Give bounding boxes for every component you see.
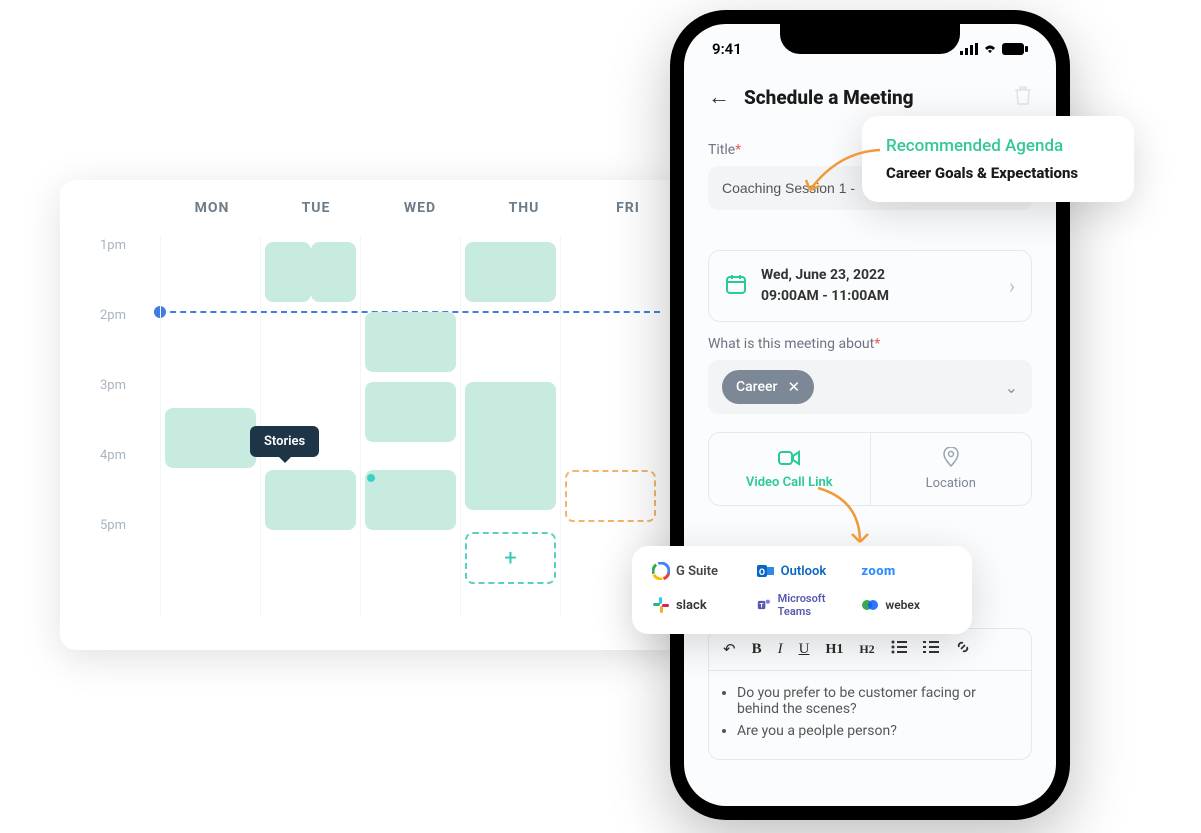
battery-icon — [1002, 43, 1028, 55]
chevron-right-icon: › — [1009, 274, 1015, 298]
integration-gsuite[interactable]: G Suite — [652, 562, 743, 580]
popover-title: Recommended Agenda — [886, 136, 1110, 156]
event-add-slot[interactable]: + — [465, 532, 556, 584]
h2-button[interactable]: H2 — [859, 642, 874, 657]
popover-subtitle: Career Goals & Expectations — [886, 164, 1110, 182]
tab-video-label: Video Call Link — [746, 475, 833, 490]
time-1pm: 1pm — [60, 236, 160, 306]
integrations-popover: G Suite O Outlook zoom slack T Microsoft… — [632, 546, 972, 634]
time-4pm: 4pm — [60, 446, 160, 516]
date-time: 09:00AM - 11:00AM — [761, 286, 995, 307]
integration-webex[interactable]: webex — [861, 596, 952, 614]
note-item: Do you prefer to be customer facing or b… — [737, 685, 1013, 717]
integration-teams[interactable]: T Microsoft Teams — [757, 592, 848, 618]
video-icon — [717, 447, 862, 471]
event-block[interactable] — [265, 470, 356, 530]
time-5pm: 5pm — [60, 516, 160, 586]
plus-icon: + — [467, 534, 554, 582]
italic-button[interactable]: I — [778, 641, 783, 658]
col-mon[interactable] — [160, 236, 260, 616]
tab-location[interactable]: Location — [871, 433, 1032, 505]
underline-button[interactable]: U — [799, 641, 810, 658]
event-block[interactable] — [365, 382, 456, 442]
event-tooltip: Stories — [250, 426, 319, 457]
event-dot — [367, 474, 375, 482]
tab-video-call[interactable]: Video Call Link — [709, 433, 871, 505]
bold-button[interactable]: B — [752, 641, 762, 658]
about-select[interactable]: Career ✕ ⌄ — [708, 360, 1032, 414]
calendar-grid: + — [160, 236, 660, 616]
wifi-icon — [982, 43, 998, 55]
back-arrow-icon[interactable]: ← — [708, 84, 730, 110]
calendar-body: 1pm 2pm 3pm 4pm 5pm — [60, 236, 680, 616]
undo-button[interactable]: ↶ — [723, 640, 736, 659]
integration-slack[interactable]: slack — [652, 596, 743, 614]
time-2pm: 2pm — [60, 306, 160, 376]
phone-notch — [780, 24, 960, 54]
event-block[interactable] — [265, 242, 311, 302]
trash-icon[interactable] — [1014, 85, 1032, 110]
event-block[interactable] — [311, 242, 357, 302]
day-head-mon: MON — [160, 200, 264, 216]
integration-zoom[interactable]: zoom — [861, 564, 952, 579]
datetime-picker[interactable]: Wed, June 23, 2022 09:00AM - 11:00AM › — [708, 250, 1032, 322]
integration-outlook[interactable]: O Outlook — [757, 562, 848, 580]
col-thu[interactable]: + — [460, 236, 560, 616]
tab-location-label: Location — [926, 476, 976, 491]
event-block[interactable] — [465, 242, 556, 302]
note-item: Are you a peolple person? — [737, 723, 1013, 739]
about-label: What is this meeting about* — [708, 336, 1032, 352]
calendar-header: MON TUE WED THU FRI — [60, 200, 680, 216]
calendar-icon — [725, 273, 747, 299]
event-pending-slot[interactable] — [565, 470, 656, 522]
link-location-tabs: Video Call Link Location — [708, 432, 1032, 506]
page-title: Schedule a Meeting — [744, 86, 914, 109]
chip-remove-icon[interactable]: ✕ — [787, 378, 800, 396]
signal-icon — [960, 43, 978, 55]
date-info: Wed, June 23, 2022 09:00AM - 11:00AM — [761, 265, 995, 307]
day-head-wed: WED — [368, 200, 472, 216]
recommended-agenda-popover: Recommended Agenda Career Goals & Expect… — [862, 116, 1134, 202]
svg-text:O: O — [759, 568, 765, 578]
svg-text:T: T — [759, 602, 763, 610]
numbered-list-button[interactable] — [923, 640, 939, 659]
chevron-down-icon: ⌄ — [1005, 378, 1018, 397]
editor-toolbar: ↶ B I U H1 H2 — [708, 628, 1032, 671]
h1-button[interactable]: H1 — [825, 642, 843, 658]
tooltip-text: Stories — [264, 434, 305, 449]
chip-text: Career — [736, 379, 777, 395]
day-head-fri: FRI — [576, 200, 680, 216]
date-day: Wed, June 23, 2022 — [761, 265, 995, 286]
tag-chip-career[interactable]: Career ✕ — [722, 370, 814, 404]
col-wed[interactable] — [360, 236, 460, 616]
day-head-thu: THU — [472, 200, 576, 216]
bullet-list-button[interactable] — [891, 640, 907, 659]
event-block[interactable] — [365, 470, 456, 530]
event-block[interactable] — [365, 312, 456, 372]
day-head-tue: TUE — [264, 200, 368, 216]
time-column: 1pm 2pm 3pm 4pm 5pm — [60, 236, 160, 586]
location-pin-icon — [879, 447, 1024, 472]
link-button[interactable] — [955, 639, 971, 660]
time-3pm: 3pm — [60, 376, 160, 446]
status-icons — [960, 43, 1028, 55]
notes-editor[interactable]: Do you prefer to be customer facing or b… — [708, 671, 1032, 760]
event-block[interactable] — [465, 382, 556, 510]
event-block[interactable] — [165, 408, 256, 468]
calendar-card: MON TUE WED THU FRI 1pm 2pm 3pm 4pm 5pm — [60, 180, 680, 650]
status-time: 9:41 — [712, 40, 742, 58]
